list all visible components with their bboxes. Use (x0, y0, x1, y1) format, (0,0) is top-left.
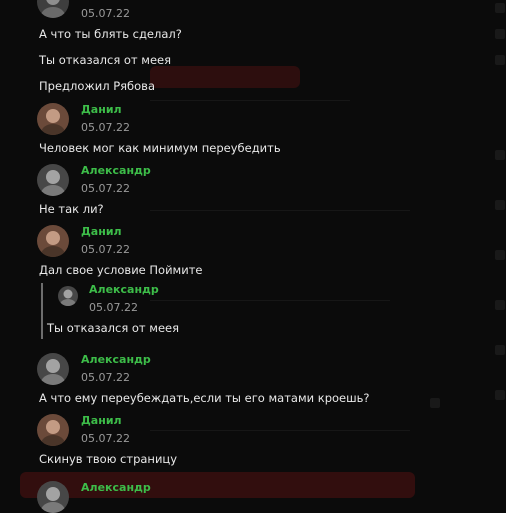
message-date: 05.07.22 (81, 182, 130, 195)
quote-avatar (58, 286, 78, 306)
avatar[interactable] (37, 164, 69, 196)
message-text: Дал свое условие Поймите (39, 263, 203, 277)
message-author[interactable]: Данил (81, 103, 122, 116)
message-author[interactable]: Данил (81, 225, 122, 238)
message-text: Скинув твою страницу (39, 452, 178, 466)
avatar[interactable] (37, 225, 69, 257)
quote-author: Александр (89, 283, 159, 296)
message-text: Человек мог как минимум переубедить (39, 141, 281, 155)
message-text: А что ты блять сделал? (39, 27, 182, 41)
message-date: 05.07.22 (81, 243, 130, 256)
avatar[interactable] (37, 103, 69, 135)
message-author[interactable]: Александр (81, 481, 151, 494)
message-date: 05.07.22 (81, 371, 130, 384)
quote-bar (41, 283, 43, 339)
message-author[interactable]: Александр (81, 353, 151, 366)
avatar[interactable] (37, 353, 69, 385)
message-text: Предложил Рябова (39, 79, 156, 93)
message-text: Ты отказался от меея (39, 53, 172, 67)
avatar[interactable] (37, 0, 69, 18)
quote-text: Ты отказался от меея (47, 321, 180, 335)
message-date: 05.07.22 (81, 121, 130, 134)
chat-history: 05.07.22 А что ты блять сделал? Ты отказ… (0, 0, 506, 513)
avatar[interactable] (37, 481, 69, 513)
avatar[interactable] (37, 414, 69, 446)
quote-date: 05.07.22 (89, 301, 138, 314)
message-text: А что ему переубеждать,если ты его матам… (39, 391, 370, 405)
message-text: Не так ли? (39, 202, 104, 216)
message-date: 05.07.22 (81, 432, 130, 445)
message-author[interactable]: Данил (81, 414, 122, 427)
message-author[interactable]: Александр (81, 164, 151, 177)
message-date: 05.07.22 (81, 7, 130, 20)
